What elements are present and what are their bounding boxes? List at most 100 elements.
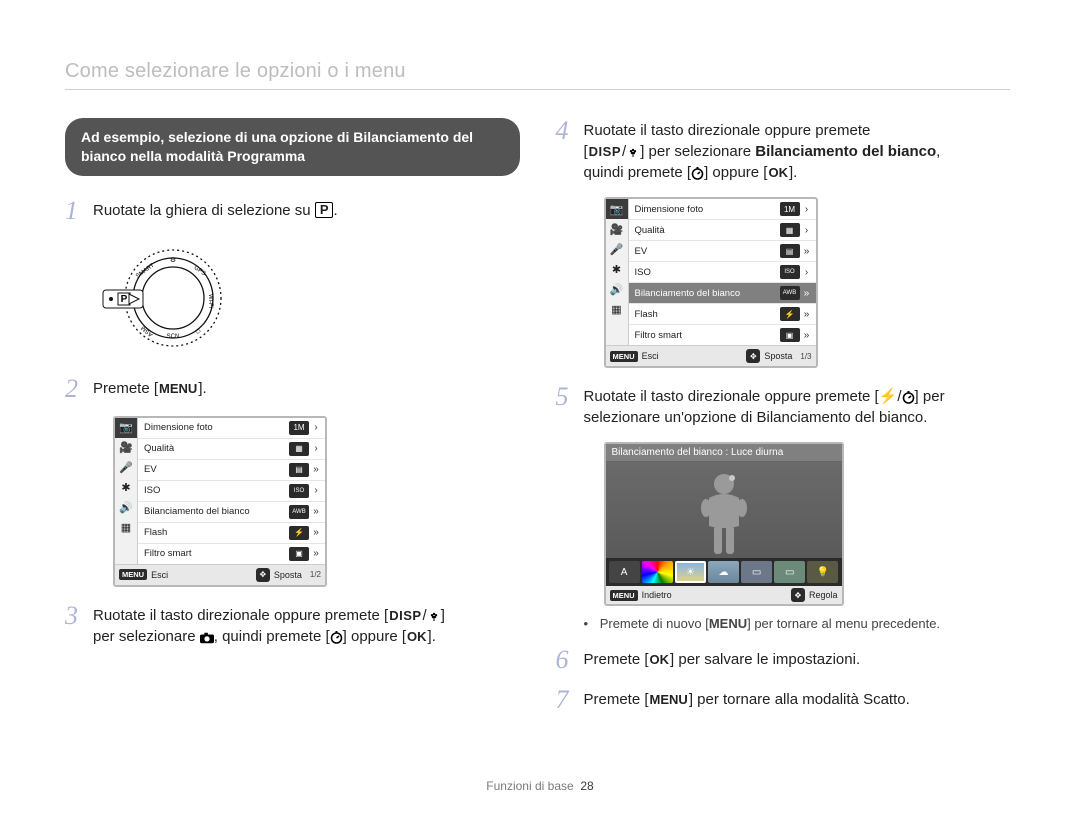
lcd-row: EV▤»	[629, 241, 816, 262]
value-icon: 1M	[289, 421, 309, 435]
value-icon: 1M	[780, 202, 800, 216]
page-indicator: 1/3	[800, 352, 811, 361]
step-text: Ruotate il tasto direzionale oppure prem…	[584, 384, 945, 428]
svg-text:P: P	[121, 294, 128, 305]
chevron-dright-icon: »	[311, 464, 321, 475]
t: selezionare un'opzione di Bilanciamento …	[584, 409, 928, 426]
value-icon: ▣	[289, 547, 309, 561]
step-7: 7 Premete [MENU] per tornare alla modali…	[556, 687, 1011, 713]
lbl: Filtro smart	[142, 548, 289, 559]
lcd-footer: MENU Esci ✥ Sposta 1/3	[606, 345, 816, 366]
step-4: 4 Ruotate il tasto direzionale oppure pr…	[556, 118, 1011, 183]
t: ] per tornare al menu precedente.	[747, 616, 940, 631]
t: Premete di nuovo [	[600, 616, 709, 631]
t: ] per tornare alla modalità Scatto.	[689, 691, 910, 708]
step-6: 6 Premete [OK] per salvare le impostazio…	[556, 647, 1011, 673]
chevron-dright-icon: »	[311, 527, 321, 538]
side-icon-grid: ▦	[115, 518, 137, 538]
value-icon: ▤	[289, 463, 309, 477]
mode-dial-illustration: ⚙ GPS Wi-Fi ◻ SCN ASM SMART P	[91, 238, 231, 358]
sposta-label: Sposta	[764, 351, 792, 361]
ok-button-label: OK	[649, 651, 671, 669]
wb-title: Bilanciamento del bianco : Luce diurna	[606, 444, 842, 462]
wb-thumb-cloudy: ☁	[708, 561, 739, 583]
lbl: Dimensione foto	[633, 204, 780, 215]
menu-tag: MENU	[119, 569, 147, 580]
wb-thumb-auto: A	[609, 561, 640, 583]
t: ].	[428, 628, 436, 645]
dpad-icon: ✥	[746, 349, 760, 363]
side-icon-speaker: 🔊	[606, 279, 628, 299]
value-icon: ISO	[289, 484, 309, 498]
t: ].	[789, 164, 797, 181]
t: ] oppure [	[704, 164, 767, 181]
flash-icon: ⚡	[879, 388, 898, 405]
step-number: 3	[65, 603, 89, 629]
lcd-rows: Dimensione foto1M› Qualità▦› EV▤» ISOISO…	[629, 199, 816, 345]
lcd-row: EV▤»	[138, 460, 325, 481]
camera-menu-screenshot-right: 📷 🎥 🎤 ✱ 🔊 ▦ Dimensione foto1M› Qualità▦›…	[604, 197, 818, 368]
chevron-right-icon: ›	[311, 443, 321, 454]
menu-button-label: MENU	[158, 380, 198, 398]
bullet-dot: •	[584, 616, 589, 631]
chevron-right-icon: ›	[311, 485, 321, 496]
value-icon: AWB	[289, 505, 309, 519]
right-column: 4 Ruotate il tasto direzionale oppure pr…	[556, 118, 1011, 727]
side-icon-speaker: 🔊	[115, 498, 137, 518]
side-icon-video: 🎥	[606, 219, 628, 239]
side-icon-camera: 📷	[606, 199, 628, 219]
lcd-row: Qualità▦›	[138, 439, 325, 460]
step-text: Premete [MENU].	[93, 376, 207, 399]
lcd-row: Dimensione foto1M›	[138, 418, 325, 439]
page-footer: Funzioni di base 28	[0, 779, 1080, 793]
lbl: EV	[633, 246, 780, 257]
step-number: 7	[556, 687, 580, 713]
t: ].	[198, 380, 206, 397]
lbl: ISO	[633, 267, 780, 278]
t: ] per	[915, 388, 945, 405]
regola-label: Regola	[809, 590, 838, 600]
t: per selezionare	[93, 628, 200, 645]
step-number: 6	[556, 647, 580, 673]
camera-icon	[200, 632, 214, 644]
esci-label: Esci	[151, 570, 168, 580]
dpad-icon: ✥	[791, 588, 805, 602]
t: Premete [	[584, 691, 649, 708]
timer-icon	[330, 631, 343, 644]
value-icon: ▣	[780, 328, 800, 342]
lcd-side-icons: 📷 🎥 🎤 ✱ 🔊 ▦	[115, 418, 138, 564]
page-indicator: 1/2	[310, 570, 321, 579]
wb-footer: MENU Indietro ✥ Regola	[606, 586, 842, 604]
flower-icon	[626, 145, 640, 159]
lcd-row: ISOISO›	[138, 481, 325, 502]
lcd-row: Bilanciamento del biancoAWB»	[138, 502, 325, 523]
side-icon-grid: ▦	[606, 299, 628, 319]
lcd-rows: Dimensione foto1M› Qualità▦› EV▤» ISOISO…	[138, 418, 325, 564]
chevron-dright-icon: »	[802, 288, 812, 299]
bold-wb: Bilanciamento del bianco	[755, 143, 936, 160]
value-icon: ⚡	[289, 526, 309, 540]
t: Ruotate il tasto direzionale oppure prem…	[584, 388, 879, 405]
wb-thumb-custom	[642, 561, 673, 583]
wb-thumb-fluorescent-l: ▭	[774, 561, 805, 583]
lbl: Bilanciamento del bianco	[142, 506, 289, 517]
lbl: Qualità	[142, 443, 289, 454]
lcd-row: Flash⚡»	[138, 523, 325, 544]
wb-thumb-strip: A ☀ ☁ ▭ ▭ 💡	[606, 558, 842, 586]
step1-text: Ruotate la ghiera di selezione su	[93, 202, 315, 219]
disp-button-label: DISP	[588, 143, 622, 161]
side-icon-mic: 🎤	[115, 458, 137, 478]
ok-button-label: OK	[767, 164, 789, 182]
chevron-right-icon: ›	[802, 267, 812, 278]
lcd-row: Filtro smart▣»	[138, 544, 325, 564]
t: Premete [	[584, 651, 649, 668]
timer-icon	[902, 391, 915, 404]
side-icon-video: 🎥	[115, 438, 137, 458]
lbl: EV	[142, 464, 289, 475]
side-icon-aperture: ✱	[606, 259, 628, 279]
t: quindi premete [	[584, 164, 692, 181]
indietro-label: Indietro	[642, 590, 672, 600]
menu-tag: MENU	[610, 351, 638, 362]
chevron-dright-icon: »	[802, 246, 812, 257]
value-icon: ▦	[780, 223, 800, 237]
